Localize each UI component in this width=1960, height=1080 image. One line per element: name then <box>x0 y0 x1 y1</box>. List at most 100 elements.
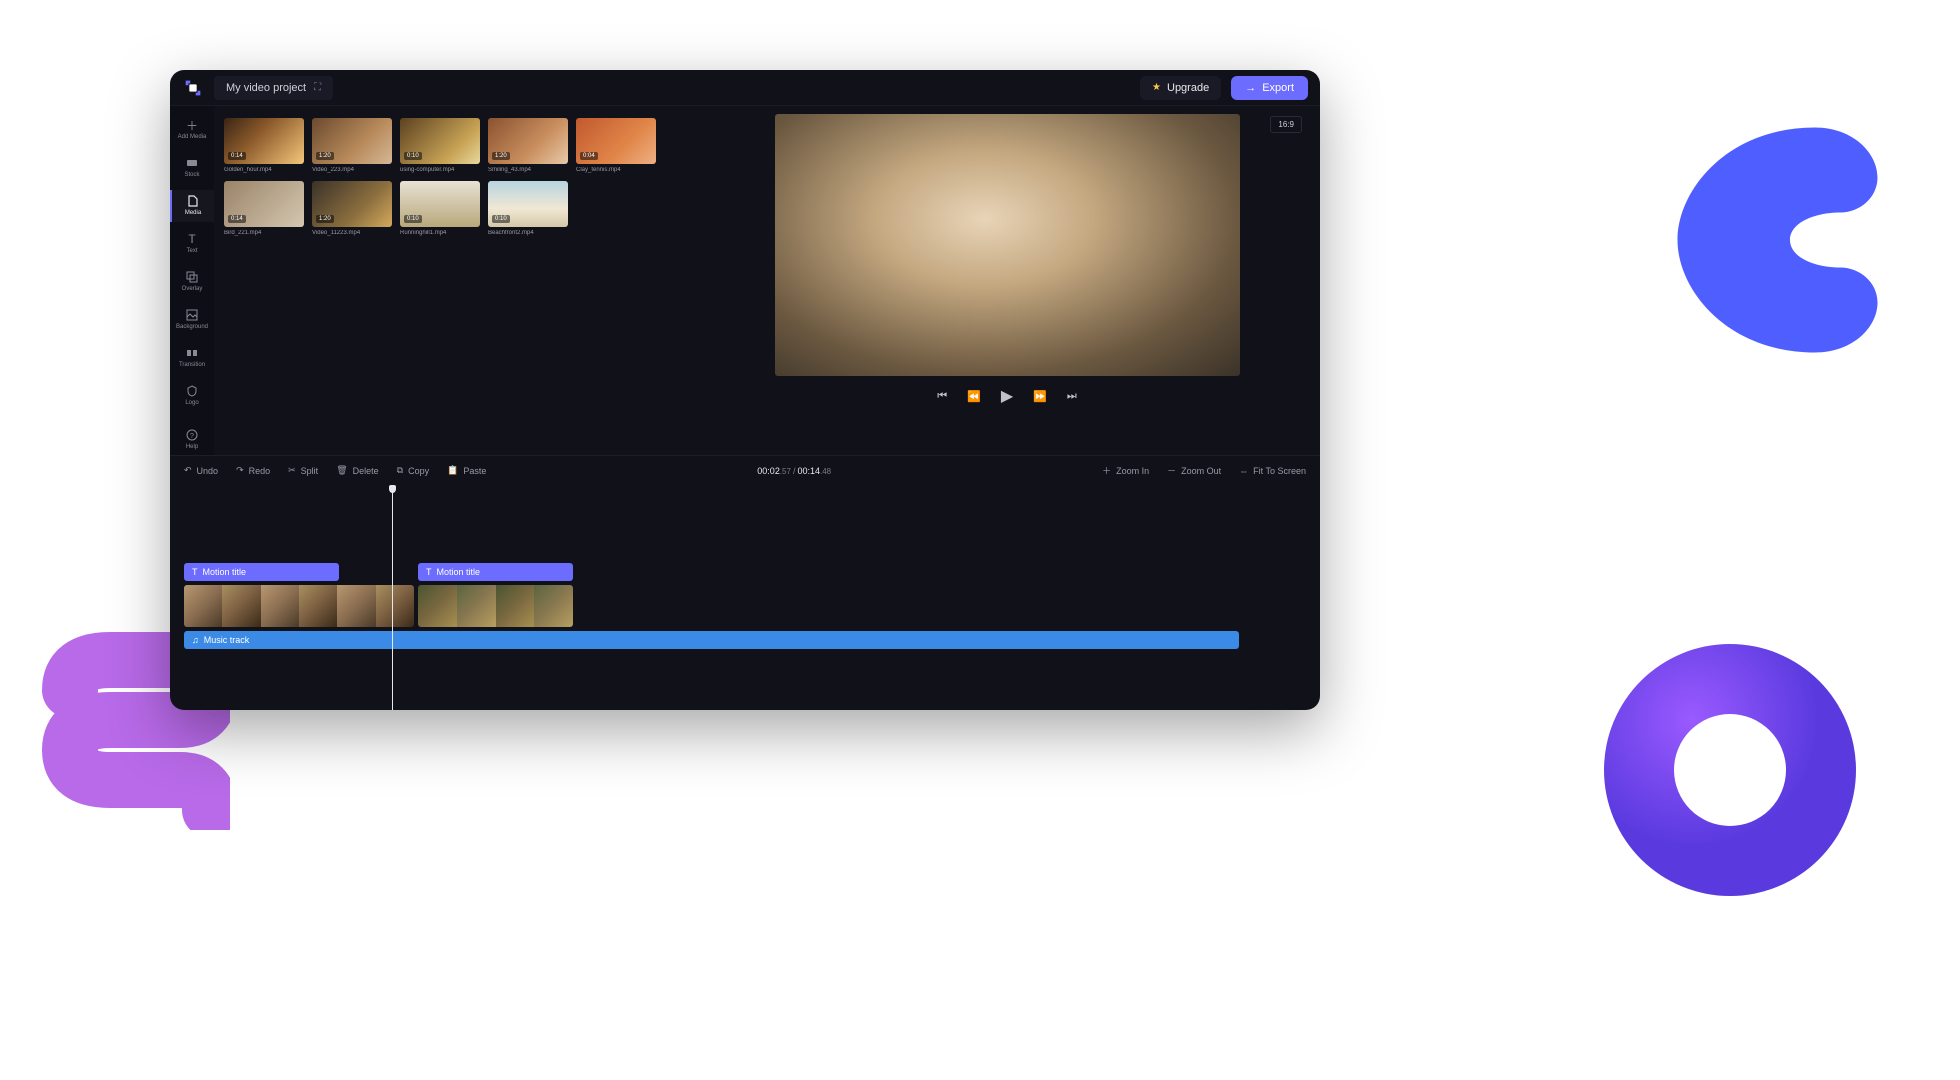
media-duration: 0:10 <box>404 215 422 223</box>
forward-button[interactable]: ⏩ <box>1033 386 1047 406</box>
trash-icon: 🗑 <box>336 465 347 476</box>
media-thumbnail: 0:10 <box>400 118 480 164</box>
media-filename: Golden_hour.mp4 <box>224 167 304 173</box>
timeline[interactable]: T Motion title T Motion title ♫ <box>170 485 1320 710</box>
rewind-button[interactable]: ⏪ <box>967 386 981 406</box>
delete-button[interactable]: 🗑Delete <box>336 465 378 476</box>
media-duration: 0:10 <box>404 152 422 160</box>
playback-controls: ⏮ ⏪ ▶ ⏩ ⏭ <box>937 376 1077 416</box>
sidebar-item-help[interactable]: ? Help <box>170 424 214 456</box>
sidebar-item-text[interactable]: T Text <box>170 228 214 260</box>
media-item[interactable]: 0:14Golden_hour.mp4 <box>224 118 304 173</box>
sidebar-item-stock[interactable]: Stock <box>170 152 214 184</box>
split-button[interactable]: ✂Split <box>288 465 318 476</box>
skip-start-button[interactable]: ⏮ <box>937 386 947 406</box>
media-filename: Video_11223.mp4 <box>312 230 392 236</box>
video-clip[interactable] <box>184 585 414 627</box>
app-window: My video project ⛶ ★ Upgrade → Export ＋ … <box>170 70 1320 710</box>
media-filename: using-computer.mp4 <box>400 167 480 173</box>
paste-icon: 📋 <box>447 465 458 476</box>
minus-icon: － <box>1167 464 1176 477</box>
fit-icon: ⇔ <box>1239 466 1248 476</box>
decor-c-shape <box>1640 100 1890 380</box>
video-clip[interactable] <box>418 585 573 627</box>
media-thumbnail: 0:10 <box>488 181 568 227</box>
plus-icon: ＋ <box>185 118 199 132</box>
copy-button[interactable]: ⧉Copy <box>397 465 429 476</box>
music-icon: ♫ <box>192 635 199 645</box>
media-thumbnail: 0:10 <box>400 181 480 227</box>
aspect-ratio-button[interactable]: 16:9 <box>1270 116 1302 133</box>
sidebar-item-add-media[interactable]: ＋ Add Media <box>170 114 214 146</box>
redo-button[interactable]: ↷Redo <box>236 465 270 476</box>
sidebar-item-background[interactable]: Background <box>170 304 214 336</box>
playhead[interactable] <box>392 485 393 710</box>
video-preview[interactable] <box>775 114 1240 376</box>
media-filename: Video_223.mp4 <box>312 167 392 173</box>
media-item[interactable]: 0:10 Beachfront2.mp4 <box>488 181 568 236</box>
star-icon: ★ <box>1152 82 1161 93</box>
play-button[interactable]: ▶ <box>1001 386 1013 406</box>
upgrade-label: Upgrade <box>1167 82 1209 94</box>
sidebar-item-logo[interactable]: Logo <box>170 380 214 412</box>
sidebar-item-label: Transition <box>179 362 205 368</box>
media-item[interactable]: 1:20 Video_11223.mp4 <box>312 181 392 236</box>
upgrade-button[interactable]: ★ Upgrade <box>1140 76 1221 100</box>
media-filename: Smiling_43.mp4 <box>488 167 568 173</box>
media-duration: 1:20 <box>316 152 334 160</box>
sidebar-item-label: Text <box>186 248 197 254</box>
file-icon <box>186 194 200 208</box>
app-logo[interactable] <box>182 77 204 99</box>
media-duration: 0:10 <box>492 215 510 223</box>
timecode-display: 00:02.57/00:14.48 <box>757 466 831 476</box>
media-duration: 0:14 <box>228 215 246 223</box>
sidebar-item-label: Stock <box>184 172 199 178</box>
header: My video project ⛶ ★ Upgrade → Export <box>170 70 1320 106</box>
media-item[interactable]: 0:10 using-computer.mp4 <box>400 118 480 173</box>
sidebar-item-overlay[interactable]: Overlay <box>170 266 214 298</box>
export-label: Export <box>1262 82 1294 94</box>
media-item[interactable]: 0:14Bird_221.mp4 <box>224 181 304 236</box>
help-icon: ? <box>185 428 199 442</box>
media-thumbnail: 1:20 <box>488 118 568 164</box>
project-name-text: My video project <box>226 82 306 94</box>
media-item[interactable]: 0:04Clay_tennis.mp4 <box>576 118 656 173</box>
media-filename: Beachfront2.mp4 <box>488 230 568 236</box>
arrow-right-icon: → <box>1245 82 1256 94</box>
zoom-out-button[interactable]: －Zoom Out <box>1167 464 1221 477</box>
media-item[interactable]: 0:10Runninghill1.mp4 <box>400 181 480 236</box>
audio-clip[interactable]: ♫ Music track <box>184 631 1239 649</box>
copy-icon: ⧉ <box>397 465 403 476</box>
fit-screen-button[interactable]: ⇔Fit To Screen <box>1239 466 1306 476</box>
project-name[interactable]: My video project ⛶ <box>214 76 333 100</box>
zoom-in-button[interactable]: ＋Zoom In <box>1102 464 1149 477</box>
paste-button[interactable]: 📋Paste <box>447 465 486 476</box>
title-clip[interactable]: T Motion title <box>184 563 339 581</box>
media-filename: Clay_tennis.mp4 <box>576 167 656 173</box>
skip-end-button[interactable]: ⏭ <box>1067 386 1077 406</box>
text-icon: T <box>426 567 432 577</box>
export-button[interactable]: → Export <box>1231 76 1308 100</box>
undo-button[interactable]: ↶Undo <box>184 465 218 476</box>
preview-panel: 16:9 ⏮ ⏪ ▶ ⏩ ⏭ <box>694 106 1320 455</box>
sidebar-item-transition[interactable]: Transition <box>170 342 214 374</box>
timeline-toolbar: ↶Undo ↷Redo ✂Split 🗑Delete ⧉Copy 📋Paste … <box>170 455 1320 485</box>
transition-icon <box>185 346 199 360</box>
decor-o-shape <box>1590 630 1870 910</box>
title-clip[interactable]: T Motion title <box>418 563 573 581</box>
redo-icon: ↷ <box>236 465 244 476</box>
media-duration: 1:20 <box>316 215 334 223</box>
overlay-icon <box>185 270 199 284</box>
sidebar-item-label: Overlay <box>182 286 203 292</box>
text-icon: T <box>192 567 198 577</box>
sidebar-item-media[interactable]: Media <box>170 190 214 222</box>
svg-text:?: ? <box>190 433 194 440</box>
background-icon <box>185 308 199 322</box>
sidebar-item-label: Background <box>176 324 208 330</box>
media-item[interactable]: 1:20 Smiling_43.mp4 <box>488 118 568 173</box>
sidebar-item-label: Help <box>186 444 198 450</box>
media-item[interactable]: 1:20 Video_223.mp4 <box>312 118 392 173</box>
sidebar-item-label: Media <box>185 210 201 216</box>
shield-icon <box>185 384 199 398</box>
expand-icon: ⛶ <box>314 82 321 93</box>
